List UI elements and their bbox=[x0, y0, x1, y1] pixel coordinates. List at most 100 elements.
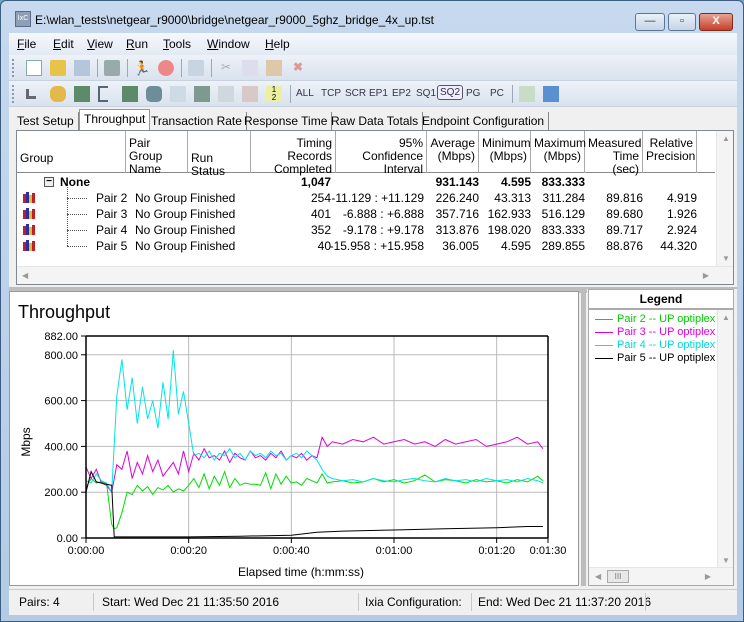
col-pair-group-name[interactable]: Pair Group Name bbox=[126, 131, 188, 176]
tab-transaction-rate[interactable]: Transaction Rate bbox=[147, 112, 247, 131]
filter-all[interactable]: ALL bbox=[296, 88, 314, 99]
col-relative-precision[interactable]: Relative Precision bbox=[643, 131, 697, 173]
close-button[interactable]: X bbox=[699, 13, 733, 31]
col-timing-records[interactable]: Timing Records Completed bbox=[251, 131, 336, 176]
run-icon[interactable]: 🏃 bbox=[133, 60, 150, 76]
menu-run[interactable]: Run bbox=[126, 37, 148, 51]
table-horizontal-scrollbar[interactable]: ◀ ▶ bbox=[17, 266, 733, 284]
scroll-down-icon[interactable]: ▼ bbox=[722, 254, 730, 263]
maximum-mbps: 311.284 bbox=[542, 191, 586, 205]
menu-label: ile bbox=[24, 37, 37, 51]
table-vertical-scrollbar[interactable]: ▲ ▼ bbox=[716, 131, 733, 266]
toolbar-grip[interactable] bbox=[12, 59, 15, 77]
number-icon[interactable]: 12 bbox=[266, 86, 282, 102]
filter-sq1[interactable]: SQ1 bbox=[416, 88, 436, 99]
filter-scr[interactable]: SCR bbox=[345, 88, 366, 99]
menu-accel: W bbox=[207, 37, 219, 51]
menu-file[interactable]: File bbox=[17, 37, 36, 51]
multicast-icon[interactable] bbox=[50, 86, 66, 102]
toolbar-grip[interactable] bbox=[12, 85, 15, 103]
tab-raw-data-totals[interactable]: Raw Data Totals bbox=[327, 112, 424, 131]
filter-tcp[interactable]: TCP bbox=[321, 88, 341, 99]
tab-endpoint-configuration[interactable]: Endpoint Configuration bbox=[418, 112, 550, 131]
scroll-up-icon[interactable]: ▲ bbox=[722, 134, 730, 143]
average-mbps: 226.240 bbox=[435, 191, 479, 205]
compare-icon bbox=[242, 86, 258, 102]
table-row[interactable]: Pair 2 No Group Finished 254 -11.129 : +11.1… bbox=[17, 190, 715, 206]
col-minimum[interactable]: Minimum (Mbps) bbox=[479, 131, 531, 173]
legend-horizontal-scrollbar[interactable]: ◀ III ▶ bbox=[589, 567, 733, 585]
pair-chart-icon bbox=[23, 240, 35, 251]
col-confidence[interactable]: 95% Confidence Interval bbox=[336, 131, 427, 176]
scroll-left-icon[interactable]: ◀ bbox=[595, 572, 601, 581]
print-icon[interactable] bbox=[104, 60, 120, 76]
menu-tools[interactable]: Tools bbox=[163, 37, 191, 51]
scroll-right-icon[interactable]: ▶ bbox=[703, 271, 709, 280]
filter-pg[interactable]: PG bbox=[466, 88, 480, 99]
col-average[interactable]: Average (Mbps) bbox=[427, 131, 479, 173]
col-label: Time (sec) bbox=[612, 149, 639, 176]
tab-strip: Test Setup Throughput Transaction Rate R… bbox=[9, 109, 737, 131]
col-label: (Mbps) bbox=[437, 149, 475, 163]
menu-window[interactable]: Window bbox=[207, 37, 250, 51]
tree-line bbox=[67, 198, 87, 199]
menu-view[interactable]: View bbox=[87, 37, 113, 51]
broadcast-icon[interactable] bbox=[146, 86, 162, 102]
scroll-left-icon[interactable]: ◀ bbox=[22, 271, 28, 280]
table-row[interactable]: Pair 4 No Group Finished 352 -9.178 : +9.178… bbox=[17, 222, 715, 238]
script-icon[interactable] bbox=[194, 86, 210, 102]
scroll-up-icon[interactable]: ▲ bbox=[722, 313, 730, 322]
col-label: Average bbox=[430, 136, 475, 150]
legend-vertical-scrollbar[interactable]: ▲ ▼ bbox=[717, 310, 733, 568]
confidence-interval: -6.888 : +6.888 bbox=[342, 207, 424, 221]
filter-sq2[interactable]: SQ2 bbox=[437, 85, 464, 100]
menu-help[interactable]: Help bbox=[265, 37, 290, 51]
tab-test-setup[interactable]: Test Setup bbox=[13, 112, 79, 131]
network-icon[interactable] bbox=[98, 86, 108, 102]
filter-pc[interactable]: PC bbox=[490, 88, 504, 99]
filter-ep1[interactable]: EP1 bbox=[369, 88, 388, 99]
maximize-button[interactable]: ▫ bbox=[668, 13, 696, 31]
measured-time: 89.717 bbox=[606, 223, 643, 237]
new-file-icon[interactable] bbox=[26, 60, 42, 76]
measured-time: 89.816 bbox=[606, 191, 643, 205]
open-folder-icon[interactable] bbox=[50, 60, 66, 76]
delete-icon: ✖ bbox=[292, 60, 304, 74]
timing-records: 254 bbox=[310, 191, 331, 205]
run-status: Finished bbox=[190, 223, 236, 237]
menu-accel: R bbox=[126, 37, 135, 51]
col-run-status[interactable]: Run Status bbox=[188, 131, 251, 178]
col-measured-time[interactable]: Measured Time (sec) bbox=[585, 131, 643, 176]
minimize-button[interactable]: — bbox=[635, 13, 665, 31]
scroll-down-icon[interactable]: ▼ bbox=[722, 556, 730, 565]
edit-icon bbox=[170, 86, 186, 102]
vertical-splitter[interactable] bbox=[581, 291, 586, 586]
legend-list: Pair 2 -- UP optiplex Pair 3 -- UP optip… bbox=[588, 309, 734, 586]
col-maximum[interactable]: Maximum (Mbps) bbox=[531, 131, 586, 173]
toolbar-separator bbox=[512, 85, 513, 103]
menu-bar: File Edit View Run Tools Window Help bbox=[9, 33, 737, 55]
table-row[interactable]: Pair 3 No Group Finished 401 -6.888 : +6.888… bbox=[17, 206, 715, 222]
relative-precision: 4.919 bbox=[666, 191, 697, 205]
confidence-interval: -9.178 : +9.178 bbox=[342, 223, 424, 237]
group-row[interactable]: − None 1,047 931.143 4.595 833.333 bbox=[17, 174, 715, 190]
monitor-icon[interactable] bbox=[122, 86, 138, 102]
tree-line bbox=[67, 246, 87, 247]
filter-ep2[interactable]: EP2 bbox=[392, 88, 411, 99]
import-icon[interactable] bbox=[543, 86, 559, 102]
tab-response-time[interactable]: Response Time bbox=[240, 112, 333, 131]
endpoint-icon[interactable] bbox=[74, 86, 90, 102]
status-ixia-config: Ixia Configuration: bbox=[365, 595, 462, 609]
table-row[interactable]: Pair 5 No Group Finished 40 -15.958 : +15.95… bbox=[17, 238, 715, 254]
collapse-icon[interactable]: − bbox=[44, 177, 54, 187]
scroll-thumb[interactable]: III bbox=[607, 570, 629, 583]
col-group[interactable]: Group bbox=[17, 131, 126, 173]
refresh-icon bbox=[188, 60, 204, 76]
pair-group-name: No Group bbox=[135, 207, 188, 221]
x-tick-label: 0:01:20 bbox=[478, 545, 515, 557]
pair-icon[interactable] bbox=[26, 89, 36, 99]
status-bar: Pairs: 4 Start: Wed Dec 21 11:35:50 2016… bbox=[9, 589, 737, 613]
scroll-right-icon[interactable]: ▶ bbox=[705, 572, 711, 581]
menu-edit[interactable]: Edit bbox=[53, 37, 74, 51]
tab-throughput[interactable]: Throughput bbox=[79, 109, 151, 131]
